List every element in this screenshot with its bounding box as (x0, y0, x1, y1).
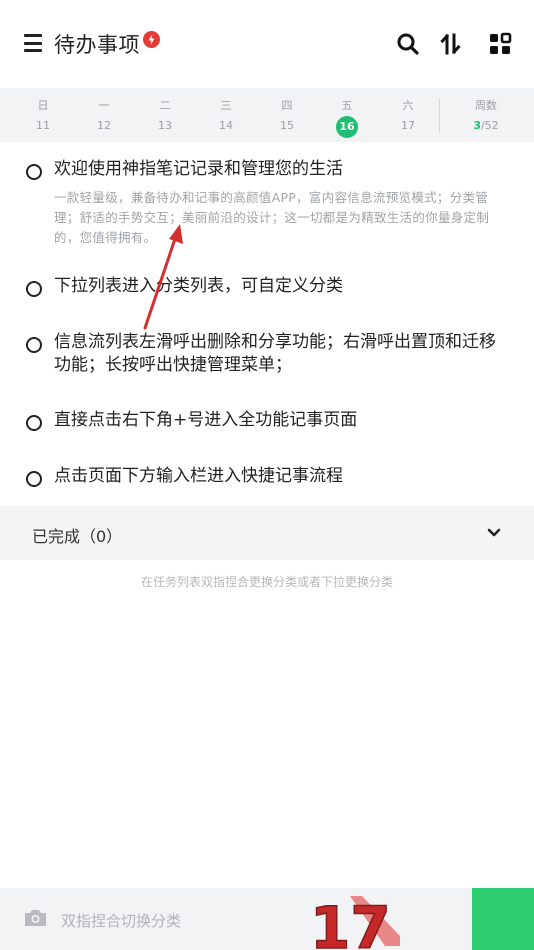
task-title: 直接点击右下角+号进入全功能记事页面 (54, 410, 358, 430)
day-name: 一 (98, 99, 110, 112)
day-name: 日 (37, 99, 49, 112)
week-number-label: 周数 (475, 99, 497, 112)
week-number-value: 3/52 (460, 119, 512, 132)
task-description: 一款轻量级，兼备待办和记事的高颜值APP，富内容信息流预览模式；分类管理；舒适的… (54, 190, 490, 245)
quick-input-bar[interactable]: 双指捏合切换分类 17 (0, 888, 534, 950)
camera-icon[interactable] (23, 908, 48, 928)
day-name: 六 (402, 99, 414, 112)
flash-badge-icon (143, 31, 160, 48)
search-icon[interactable] (396, 32, 420, 56)
week-strip: 日 11 一 12 二 13 三 14 四 15 五 16 六 17 周数 3/… (0, 88, 534, 142)
day-name: 五 (341, 99, 353, 112)
day-name: 二 (159, 99, 171, 112)
day-number: 15 (280, 119, 294, 132)
day-number: 14 (219, 119, 233, 132)
completed-label: 已完成（0） (32, 527, 123, 546)
week-number[interactable]: 周数 3/52 (460, 88, 512, 142)
day-sat[interactable]: 六 17 (388, 88, 428, 142)
task-checkbox[interactable] (26, 337, 42, 353)
completed-section[interactable]: 已完成（0） (0, 506, 534, 560)
hint-text: 在任务列表双指捏合更换分类或者下拉更换分类 (140, 575, 393, 589)
day-name: 四 (281, 99, 293, 112)
day-tue[interactable]: 二 13 (145, 88, 185, 142)
task-checkbox[interactable] (26, 471, 42, 487)
chevron-down-icon[interactable] (487, 528, 501, 538)
day-sun[interactable]: 日 11 (23, 88, 63, 142)
day-fri-selected[interactable]: 五 16 (327, 88, 367, 142)
task-title: 欢迎使用神指笔记记录和管理您的生活 (54, 159, 343, 179)
day-name: 三 (220, 99, 232, 112)
week-current: 3 (473, 119, 481, 132)
day-mon[interactable]: 一 12 (84, 88, 124, 142)
task-checkbox[interactable] (26, 281, 42, 297)
task-title: 下拉列表进入分类列表，可自定义分类 (54, 276, 343, 296)
day-number: 13 (158, 119, 172, 132)
day-wed[interactable]: 三 14 (206, 88, 246, 142)
day-number: 17 (401, 119, 415, 132)
day-number-selected: 16 (336, 116, 358, 138)
app-header: 待办事项 (0, 0, 534, 88)
sort-icon[interactable] (439, 32, 463, 56)
day-number: 12 (97, 119, 111, 132)
task-checkbox[interactable] (26, 164, 42, 180)
day-thu[interactable]: 四 15 (267, 88, 307, 142)
grid-icon[interactable] (488, 32, 512, 56)
annotation-arrow-icon (143, 224, 183, 330)
page-title[interactable]: 待办事项 (54, 29, 140, 59)
add-button[interactable] (472, 888, 534, 950)
divider (439, 98, 440, 132)
badge-number: 17 (310, 894, 391, 950)
task-title: 点击页面下方输入栏进入快捷记事流程 (54, 466, 343, 486)
task-checkbox[interactable] (26, 415, 42, 431)
week-total: /52 (480, 119, 499, 132)
quick-input-placeholder: 双指捏合切换分类 (61, 912, 182, 930)
task-title: 信息流列表左滑呼出删除和分享功能；右滑呼出置顶和迁移功能；长按呼出快捷管理菜单； (54, 332, 496, 375)
menu-icon[interactable] (24, 34, 42, 52)
day-number: 11 (36, 119, 50, 132)
badge-17-icon: 17 (310, 893, 400, 950)
